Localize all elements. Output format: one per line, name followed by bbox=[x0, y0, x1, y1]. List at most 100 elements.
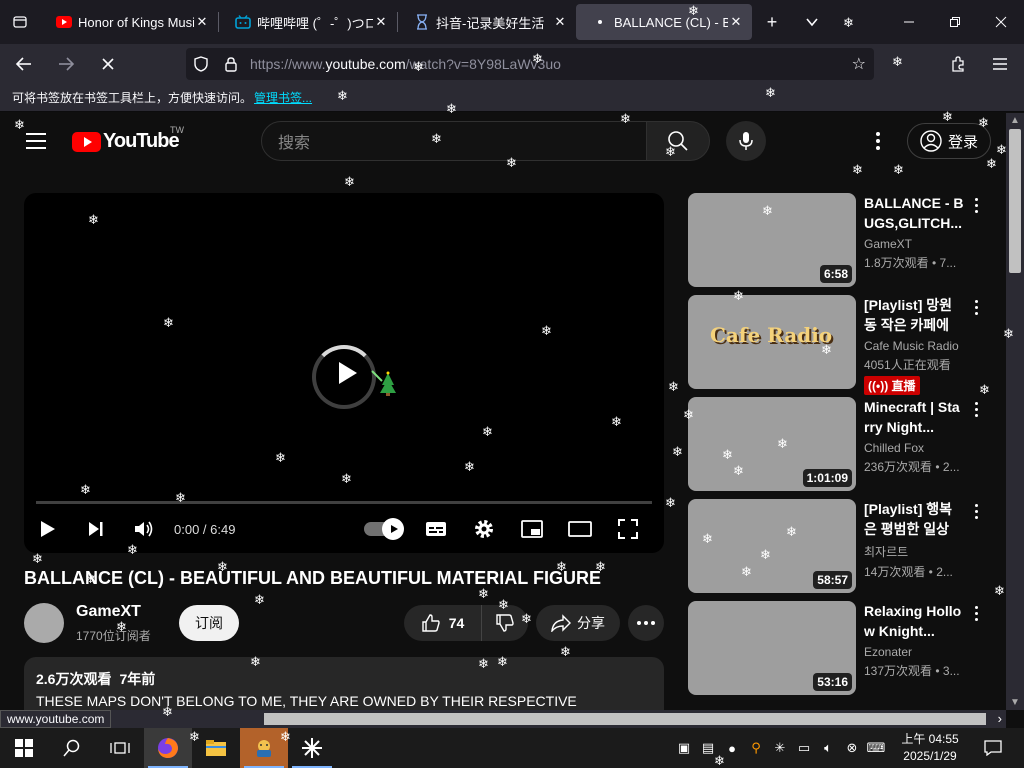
settings-gear-icon[interactable] bbox=[460, 509, 508, 549]
address-bar[interactable]: https://www.youtube.com/watch?v=8Y98LaWv… bbox=[186, 48, 874, 80]
autoplay-toggle[interactable] bbox=[364, 518, 404, 540]
windows-start-icon[interactable] bbox=[0, 728, 48, 768]
network-icon[interactable]: ▭ bbox=[792, 728, 816, 768]
recommendation-item[interactable]: 53:16 Relaxing Hollow Knight... Ezonater… bbox=[688, 601, 988, 703]
youtube-logo[interactable]: YouTube TW bbox=[72, 125, 184, 153]
channel-avatar[interactable] bbox=[24, 603, 64, 643]
tray-penguin-icon[interactable]: ● bbox=[720, 728, 744, 768]
bookmark-star-icon[interactable]: ☆ bbox=[852, 54, 866, 74]
tray-network-app-icon[interactable]: ▤ bbox=[696, 728, 720, 768]
file-explorer-icon[interactable] bbox=[192, 728, 240, 768]
recommendation-item[interactable]: Cafe Radio [Playlist] 망원동 작은 카페에서... Caf… bbox=[688, 295, 988, 397]
game-app-icon[interactable] bbox=[240, 728, 288, 768]
rec-more-icon[interactable] bbox=[970, 195, 982, 215]
recommendation-item[interactable]: 58:57 [Playlist] 행복은 평범한 일상 ... 최자르트 14万… bbox=[688, 499, 988, 601]
video-thumbnail[interactable]: 6:58 bbox=[688, 193, 856, 287]
vertical-scrollbar[interactable]: ▲ ▼ bbox=[1006, 113, 1024, 710]
menu-icon[interactable] bbox=[982, 48, 1018, 80]
tab-list-icon[interactable] bbox=[0, 0, 40, 44]
recommendation-item[interactable]: 1:01:09 Minecraft | Starry Night... Chil… bbox=[688, 397, 988, 499]
rec-title[interactable]: [Playlist] 망원동 작은 카페에서... bbox=[864, 295, 964, 335]
tab-douyin[interactable]: 抖音-记录美好生活 ✕ bbox=[398, 4, 576, 40]
manage-bookmarks-link[interactable]: 管理书签... bbox=[254, 89, 312, 106]
video-thumbnail[interactable]: 58:57 bbox=[688, 499, 856, 593]
video-player[interactable]: 0:00 / 6:49 bbox=[24, 193, 664, 553]
lock-icon[interactable] bbox=[216, 56, 246, 72]
minimize-icon[interactable] bbox=[886, 0, 932, 44]
rec-title[interactable]: Minecraft | Starry Night... bbox=[864, 397, 964, 437]
close-icon[interactable]: ✕ bbox=[552, 14, 568, 30]
scroll-up-icon[interactable]: ▲ bbox=[1010, 115, 1020, 126]
close-icon[interactable]: ✕ bbox=[194, 14, 210, 30]
scroll-down-icon[interactable]: ▼ bbox=[1010, 697, 1020, 708]
close-window-icon[interactable] bbox=[978, 0, 1024, 44]
scroll-thumb[interactable] bbox=[1009, 129, 1021, 273]
miniplayer-icon[interactable] bbox=[508, 509, 556, 549]
theater-mode-icon[interactable] bbox=[556, 509, 604, 549]
sign-in-button[interactable]: 登录 bbox=[907, 123, 991, 159]
view-meta: 2.6万次观看 7年前 bbox=[36, 669, 652, 689]
scroll-right-icon[interactable]: › bbox=[998, 711, 1002, 726]
rec-more-icon[interactable] bbox=[970, 399, 982, 419]
tray-app-icon[interactable]: ▣ bbox=[672, 728, 696, 768]
settings-more-icon[interactable] bbox=[866, 129, 890, 153]
tab-bilibili[interactable]: 哔哩哔哩 (゜-゜)つロ 干 ✕ bbox=[219, 4, 397, 40]
taskbar-clock[interactable]: 上午 04:55 2025/1/29 bbox=[898, 731, 962, 765]
tray-search-icon[interactable]: ⚲ bbox=[744, 728, 768, 768]
video-thumbnail[interactable]: Cafe Radio bbox=[688, 295, 856, 389]
video-thumbnail[interactable]: 1:01:09 bbox=[688, 397, 856, 491]
shield-icon[interactable] bbox=[186, 56, 216, 72]
rec-more-icon[interactable] bbox=[970, 501, 982, 521]
tray-close-icon[interactable]: ⊗ bbox=[840, 728, 864, 768]
notification-icon[interactable] bbox=[978, 728, 1008, 768]
large-play-icon[interactable] bbox=[326, 353, 366, 393]
back-arrow-icon[interactable] bbox=[6, 48, 42, 80]
duration-badge: 6:58 bbox=[819, 265, 852, 283]
like-button[interactable]: 74 bbox=[404, 605, 482, 641]
video-thumbnail[interactable]: 53:16 bbox=[688, 601, 856, 695]
play-icon[interactable] bbox=[24, 509, 72, 549]
extensions-icon[interactable] bbox=[940, 48, 976, 80]
rec-more-icon[interactable] bbox=[970, 603, 982, 623]
volume-icon[interactable] bbox=[120, 509, 168, 549]
video-title: BALLANCE (CL) - BEAUTIFUL AND BEAUTIFUL … bbox=[24, 568, 601, 588]
rec-title[interactable]: BALLANCE - BUGS,GLITCH... bbox=[864, 193, 964, 233]
close-icon[interactable]: ✕ bbox=[728, 14, 744, 30]
restore-icon[interactable] bbox=[932, 0, 978, 44]
task-view-icon[interactable] bbox=[96, 728, 144, 768]
channel-name[interactable]: GameXT bbox=[76, 603, 141, 621]
next-icon[interactable] bbox=[72, 509, 120, 549]
chevron-down-icon[interactable] bbox=[792, 0, 832, 44]
voice-search-button[interactable] bbox=[726, 121, 766, 161]
subtitles-icon[interactable] bbox=[412, 509, 460, 549]
tab-youtube-music[interactable]: Honor of Kings Musi ✕ bbox=[40, 4, 218, 40]
rec-title[interactable]: Relaxing Hollow Knight... bbox=[864, 601, 964, 641]
input-method-icon[interactable]: ⌨︎ bbox=[864, 728, 888, 768]
rec-more-icon[interactable] bbox=[970, 297, 982, 317]
new-tab-button[interactable]: + bbox=[752, 0, 792, 44]
scroll-thumb[interactable] bbox=[264, 713, 986, 725]
subscribe-button[interactable]: 订阅 bbox=[179, 605, 239, 641]
search-button[interactable] bbox=[646, 121, 710, 161]
forward-arrow-icon[interactable] bbox=[48, 48, 84, 80]
progress-bar[interactable] bbox=[36, 501, 652, 504]
more-actions-icon[interactable] bbox=[628, 605, 664, 641]
tab-ballance-active[interactable]: BALLANCE (CL) - BEA ✕ bbox=[576, 4, 752, 40]
recommendation-item[interactable]: 6:58 BALLANCE - BUGS,GLITCH... GameXT 1.… bbox=[688, 193, 988, 295]
sparkle-app-icon[interactable] bbox=[288, 728, 336, 768]
youtube-icon bbox=[56, 14, 72, 30]
dislike-button[interactable] bbox=[482, 605, 528, 641]
horizontal-scrollbar[interactable]: › bbox=[0, 710, 1006, 728]
description-box[interactable]: 2.6万次观看 7年前 THESE MAPS DON'T BELONG TO ME… bbox=[24, 657, 664, 710]
search-input[interactable]: 搜索 bbox=[261, 121, 647, 161]
fullscreen-icon[interactable] bbox=[604, 509, 652, 549]
stop-loading-icon[interactable] bbox=[90, 48, 126, 80]
rec-title[interactable]: [Playlist] 행복은 평범한 일상 ... bbox=[864, 499, 964, 539]
firefox-taskbar-icon[interactable] bbox=[144, 728, 192, 768]
close-icon[interactable]: ✕ bbox=[373, 14, 389, 30]
tray-sparkle-icon[interactable]: ✳ bbox=[768, 728, 792, 768]
share-button[interactable]: 分享 bbox=[536, 605, 620, 641]
search-icon[interactable] bbox=[48, 728, 96, 768]
volume-muted-icon[interactable]: 🔈︎ bbox=[816, 728, 840, 768]
guide-menu-icon[interactable] bbox=[26, 133, 46, 149]
